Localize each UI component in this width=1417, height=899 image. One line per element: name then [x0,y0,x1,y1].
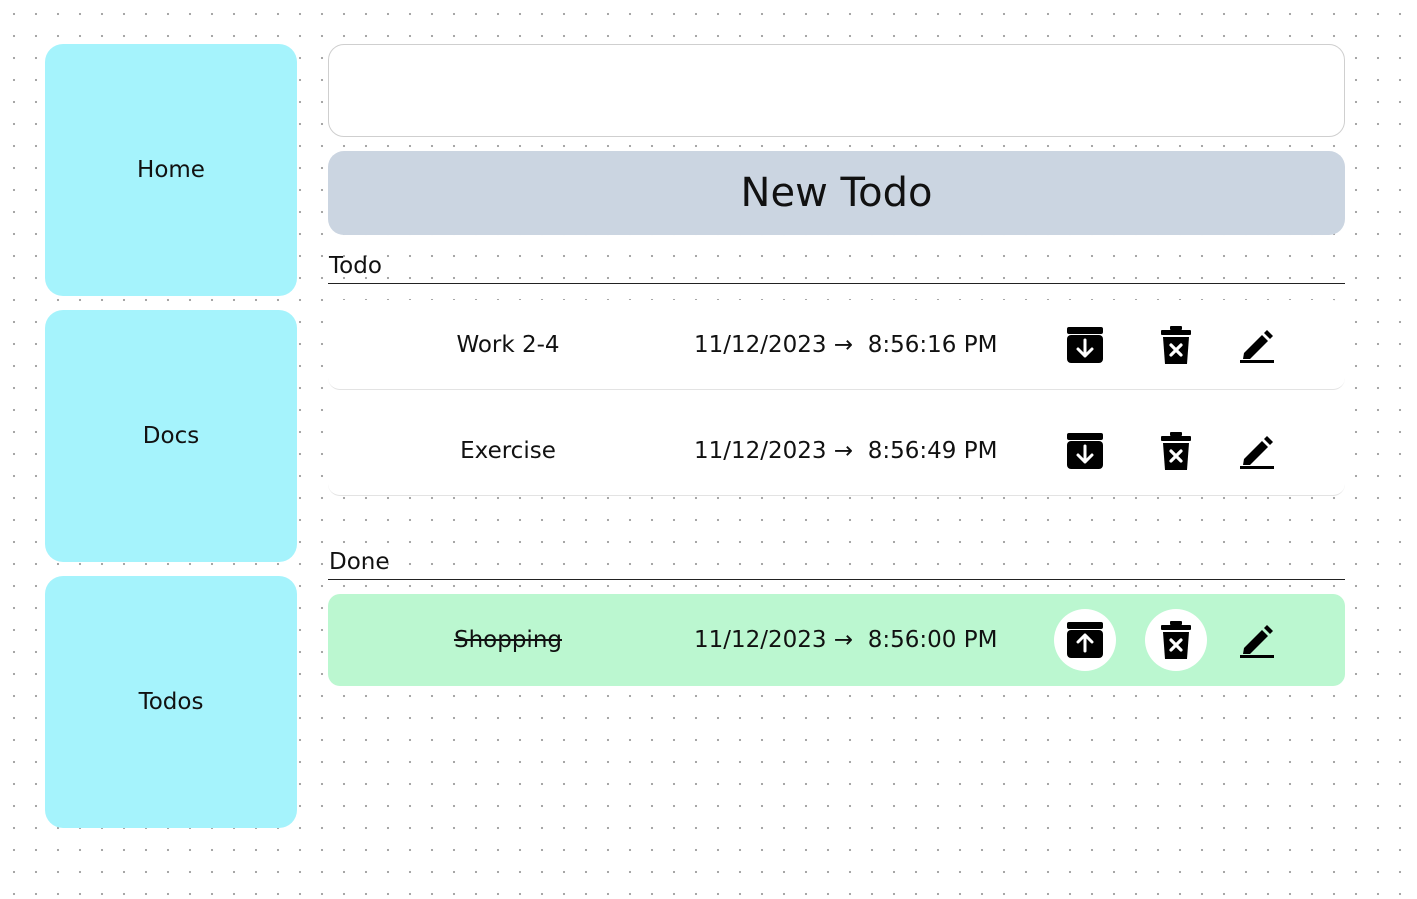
todo-list: Work 2-4 11/12/2023 → 8:56:16 PM Exercis… [328,300,1345,496]
todo-datetime: 11/12/2023 → 8:56:16 PM [694,331,998,358]
main-content: New Todo Todo Work 2-4 11/12/2023 → 8:56… [328,44,1345,702]
trash-x-icon [1161,621,1191,659]
trash-x-icon [1161,325,1191,364]
nav-todos-label: Todos [138,689,204,715]
done-title: Shopping [453,627,562,653]
new-todo-button[interactable]: New Todo [328,151,1345,235]
new-todo-input[interactable] [328,44,1345,137]
pencil-icon [1239,433,1275,469]
sidebar: Home Docs Todos [45,44,297,842]
nav-home[interactable]: Home [45,44,297,296]
done-datetime: 11/12/2023 → 8:56:00 PM [694,627,998,653]
pencil-icon [1239,327,1275,363]
unarchive-button[interactable] [1054,609,1116,671]
edit-button[interactable] [1226,609,1288,671]
archive-button[interactable] [1054,314,1116,376]
new-todo-button-label: New Todo [740,170,933,216]
todo-row: Exercise 11/12/2023 → 8:56:49 PM [328,406,1345,496]
done-list: Shopping 11/12/2023 → 8:56:00 PM [328,594,1345,686]
pencil-icon [1239,622,1275,658]
delete-button[interactable] [1145,420,1207,482]
nav-home-label: Home [137,157,205,183]
done-section-header: Done [328,548,1345,580]
todo-section-header: Todo [328,252,1345,284]
delete-button[interactable] [1145,314,1207,376]
nav-todos[interactable]: Todos [45,576,297,828]
todo-title: Work 2-4 [456,331,560,358]
todo-title: Exercise [460,437,556,464]
archive-down-icon [1066,432,1104,470]
edit-button[interactable] [1226,420,1288,482]
trash-x-icon [1161,431,1191,470]
todo-row: Work 2-4 11/12/2023 → 8:56:16 PM [328,300,1345,390]
done-row: Shopping 11/12/2023 → 8:56:00 PM [328,594,1345,686]
archive-up-icon [1066,621,1104,659]
archive-down-icon [1066,326,1104,364]
archive-button[interactable] [1054,420,1116,482]
edit-button[interactable] [1226,314,1288,376]
delete-button[interactable] [1145,609,1207,671]
todo-datetime: 11/12/2023 → 8:56:49 PM [694,437,998,464]
nav-docs-label: Docs [142,423,200,449]
nav-docs[interactable]: Docs [45,310,297,562]
